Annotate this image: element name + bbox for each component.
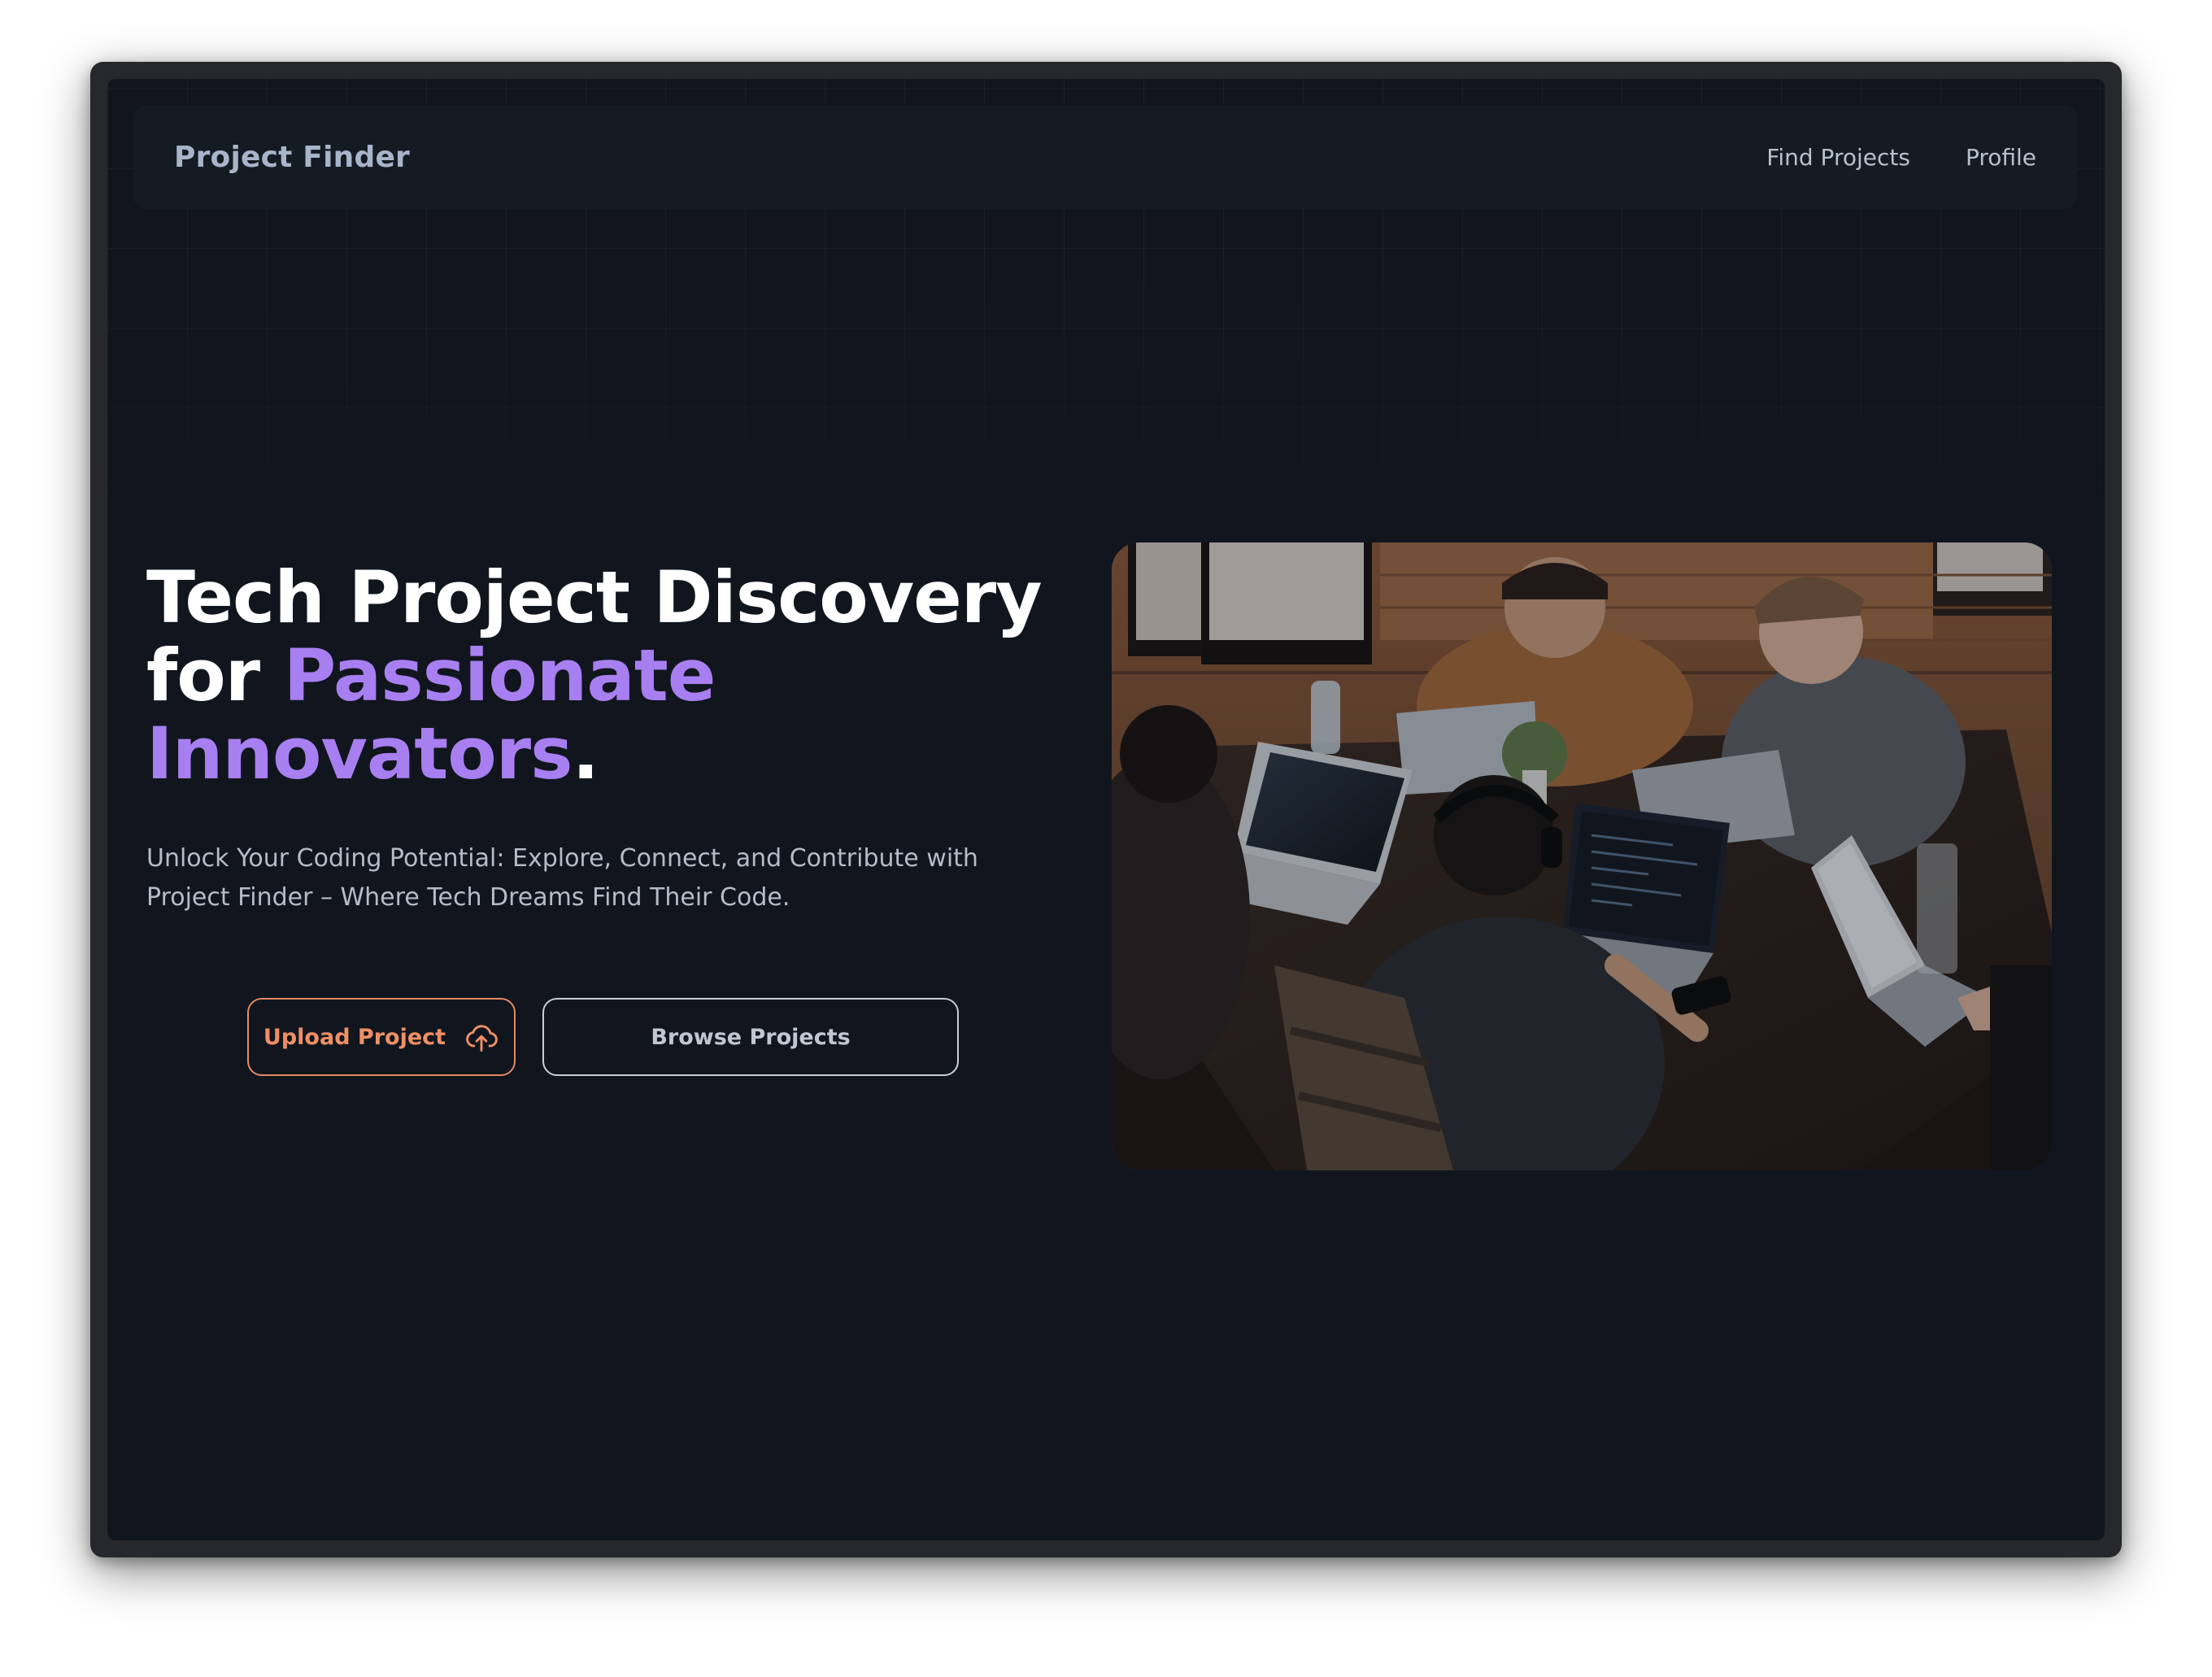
browse-projects-label: Browse Projects <box>651 1024 851 1050</box>
hero-title-accent-innovators: Innovators <box>146 712 573 795</box>
hero-title-period: . <box>572 712 599 795</box>
hero-title-line1: Tech Project Discovery <box>146 555 1043 639</box>
hero-image-team-photo <box>1112 542 2052 1170</box>
hero-title-accent-passionate: Passionate <box>283 634 716 717</box>
nav-link-find-projects[interactable]: Find Projects <box>1766 144 1910 171</box>
page-viewport: Project Finder Find Projects Profile Tec… <box>107 79 2105 1540</box>
cloud-upload-icon <box>464 1019 499 1055</box>
hero-title: Tech Project Discovery for Passionate Inno… <box>146 559 1057 793</box>
hero-subtitle: Unlock Your Coding Potential: Explore, C… <box>146 844 978 912</box>
nav-link-profile[interactable]: Profile <box>1966 144 2036 171</box>
browse-projects-button[interactable]: Browse Projects <box>542 998 959 1076</box>
team-photo-illustration <box>1112 542 2052 1170</box>
nav-links: Find Projects Profile <box>1766 144 2036 171</box>
hero-title-for: for <box>146 634 284 717</box>
upload-project-label: Upload Project <box>263 1024 446 1050</box>
navbar: Project Finder Find Projects Profile <box>133 105 2077 209</box>
brand-logo-text[interactable]: Project Finder <box>174 141 410 174</box>
browser-frame: Project Finder Find Projects Profile Tec… <box>90 62 2122 1557</box>
upload-project-button[interactable]: Upload Project <box>247 998 516 1076</box>
